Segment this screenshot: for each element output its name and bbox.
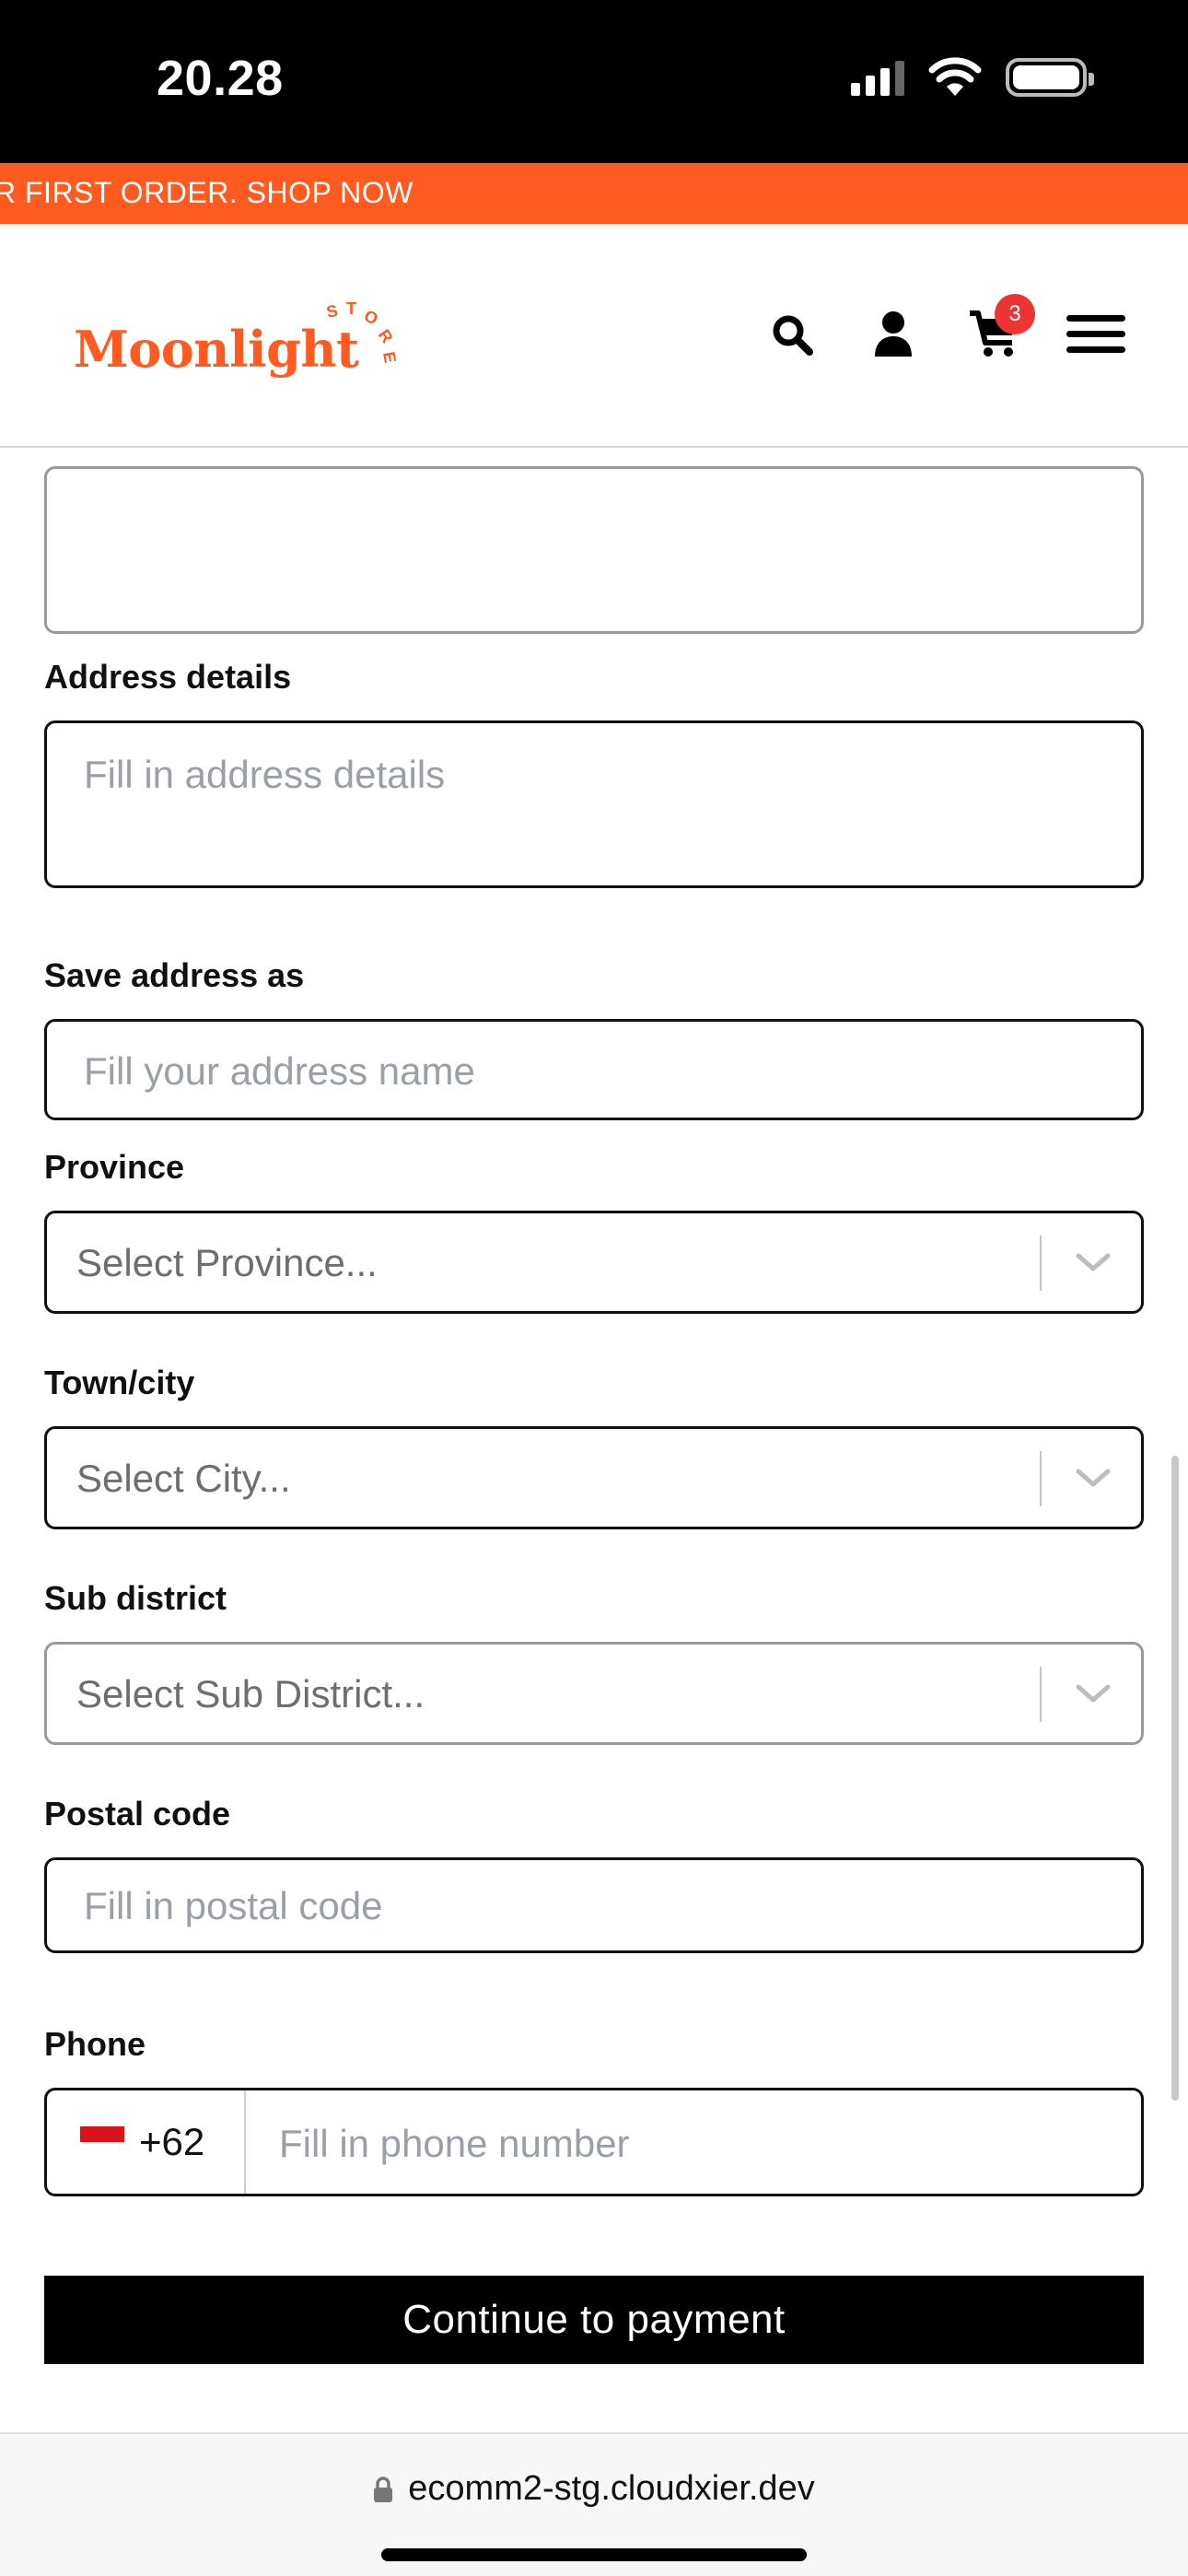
header-actions: 3 bbox=[763, 294, 1125, 371]
city-select[interactable]: Select City... bbox=[44, 1426, 1144, 1529]
dial-code: +62 bbox=[139, 2120, 205, 2163]
continue-to-payment-button[interactable]: Continue to payment bbox=[44, 2276, 1144, 2364]
promo-text[interactable]: R FIRST ORDER. SHOP NOW bbox=[0, 176, 413, 210]
logo[interactable]: Moonlight S T O R E bbox=[74, 287, 405, 388]
svg-text:E: E bbox=[379, 350, 400, 364]
select-divider bbox=[1040, 1451, 1042, 1506]
svg-text:T: T bbox=[346, 299, 356, 318]
province-label: Province bbox=[44, 1148, 185, 1186]
user-icon bbox=[875, 311, 912, 357]
address-details-label: Address details bbox=[44, 658, 292, 696]
phone-number-input[interactable]: Fill in phone number bbox=[279, 2122, 630, 2166]
province-select[interactable]: Select Province... bbox=[44, 1211, 1144, 1314]
svg-text:R: R bbox=[375, 326, 397, 346]
wifi-icon bbox=[928, 57, 982, 96]
postal-code-label: Postal code bbox=[44, 1795, 231, 1832]
chevron-down-icon[interactable] bbox=[1071, 1241, 1115, 1285]
svg-text:O: O bbox=[361, 306, 380, 328]
phone-label: Phone bbox=[44, 2025, 146, 2063]
search-button[interactable] bbox=[763, 305, 821, 364]
sub-district-label: Sub district bbox=[44, 1579, 227, 1617]
status-time: 20.28 bbox=[157, 51, 284, 106]
promo-banner[interactable]: R FIRST ORDER. SHOP NOW bbox=[0, 163, 1188, 224]
previous-textarea[interactable] bbox=[44, 466, 1144, 634]
save-address-as-label: Save address as bbox=[44, 956, 305, 994]
indonesia-flag-icon bbox=[80, 2126, 124, 2158]
battery-icon bbox=[1006, 58, 1094, 97]
sub-district-placeholder: Select Sub District... bbox=[76, 1672, 425, 1715]
logo-store-tag: S T O R E bbox=[325, 299, 400, 365]
lock-icon bbox=[374, 2476, 393, 2502]
cart-button[interactable]: 3 bbox=[965, 294, 1035, 364]
cart-count-badge: 3 bbox=[995, 294, 1035, 334]
url-bar[interactable]: ecomm2-stg.cloudxier.dev bbox=[0, 2469, 1188, 2509]
menu-icon bbox=[1066, 315, 1125, 353]
status-icons bbox=[851, 57, 1094, 98]
postal-code-placeholder: Fill in postal code bbox=[84, 1884, 383, 1927]
city-placeholder: Select City... bbox=[76, 1457, 291, 1500]
address-name-placeholder: Fill your address name bbox=[84, 1049, 475, 1093]
svg-text:S: S bbox=[325, 301, 340, 322]
select-divider bbox=[1040, 1667, 1042, 1722]
phone-input-group: +62 Fill in phone number bbox=[44, 2088, 1144, 2196]
site-header: Moonlight S T O R E 3 bbox=[0, 224, 1188, 448]
home-indicator[interactable] bbox=[381, 2548, 807, 2561]
search-icon bbox=[773, 315, 813, 356]
address-name-input[interactable]: Fill your address name bbox=[44, 1019, 1144, 1120]
browser-address-bar: ecomm2-stg.cloudxier.dev bbox=[0, 2432, 1188, 2576]
city-label: Town/city bbox=[44, 1364, 195, 1401]
chevron-down-icon[interactable] bbox=[1071, 1672, 1115, 1716]
address-details-placeholder: Fill in address details bbox=[84, 753, 446, 796]
account-button[interactable] bbox=[864, 305, 923, 364]
province-placeholder: Select Province... bbox=[76, 1241, 378, 1284]
select-divider bbox=[1040, 1235, 1042, 1291]
country-code-selector[interactable]: +62 bbox=[47, 2090, 246, 2194]
status-bar: 20.28 bbox=[0, 0, 1188, 163]
postal-code-input[interactable]: Fill in postal code bbox=[44, 1857, 1144, 1953]
chevron-down-icon[interactable] bbox=[1071, 1457, 1115, 1501]
url-text: ecomm2-stg.cloudxier.dev bbox=[408, 2469, 815, 2508]
signal-icon bbox=[851, 59, 904, 96]
scrollbar[interactable] bbox=[1171, 1456, 1179, 2101]
menu-button[interactable] bbox=[1066, 305, 1125, 364]
address-details-textarea[interactable]: Fill in address details bbox=[44, 720, 1144, 888]
sub-district-select[interactable]: Select Sub District... bbox=[44, 1642, 1144, 1745]
